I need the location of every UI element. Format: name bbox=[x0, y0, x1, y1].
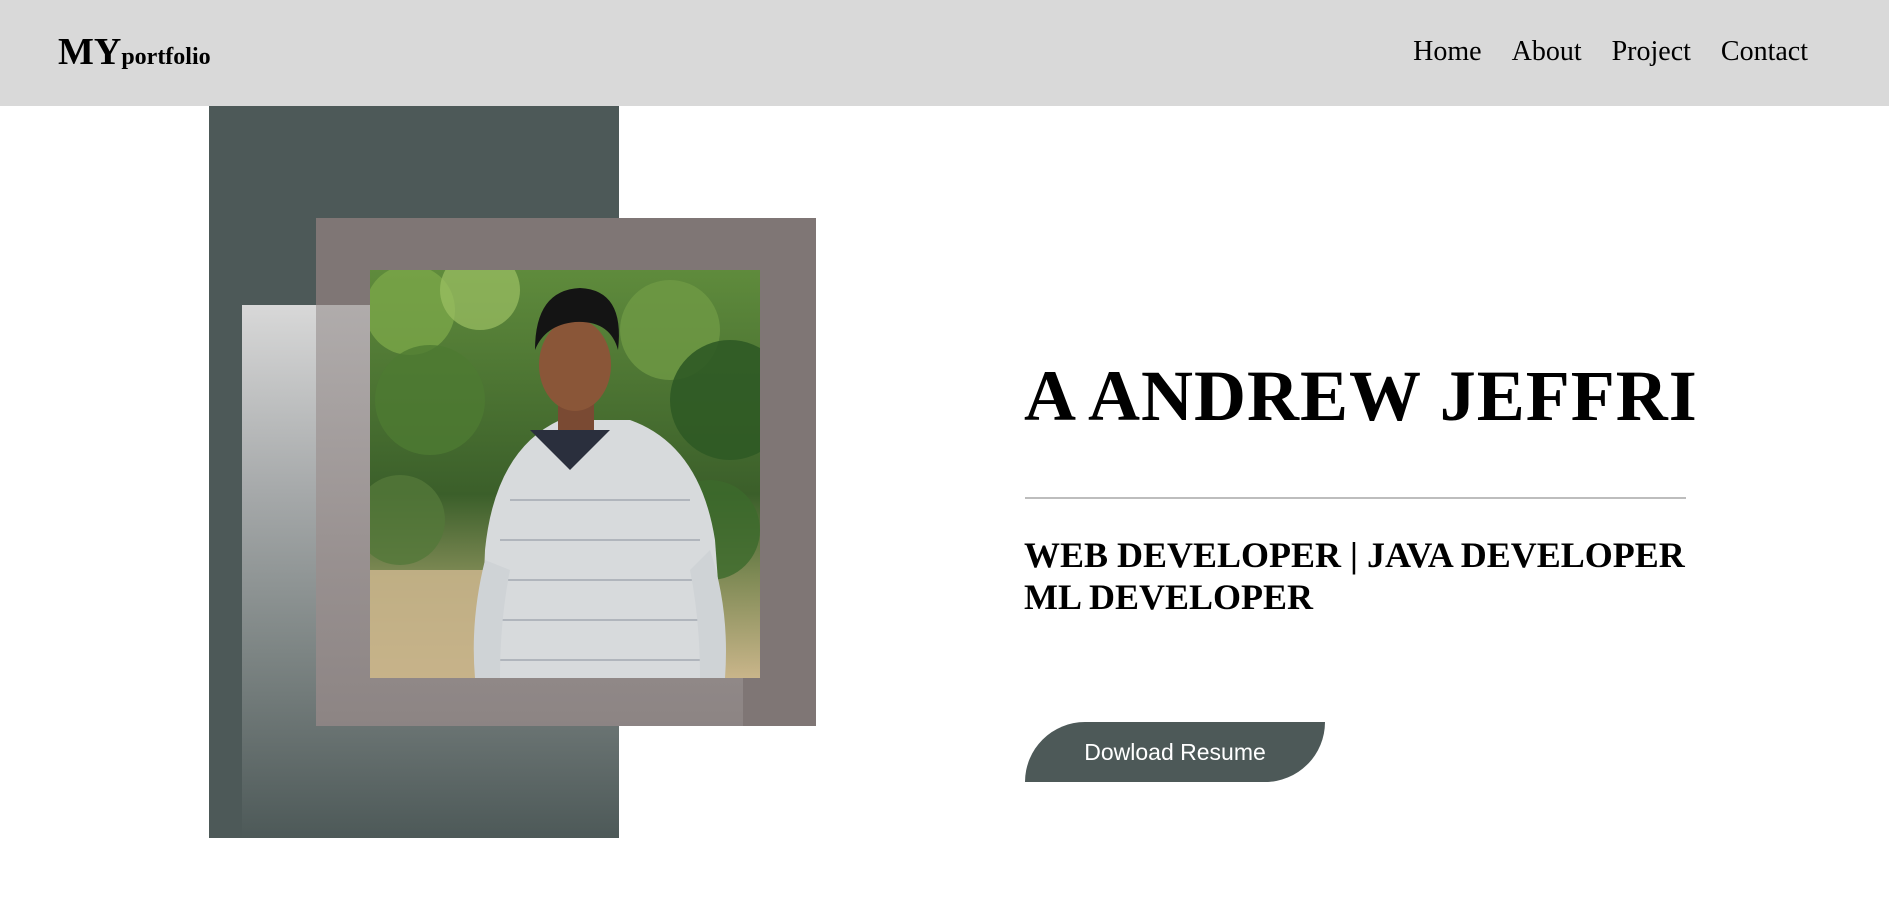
nav-link-contact[interactable]: Contact bbox=[1721, 36, 1808, 68]
logo-main-text: MY bbox=[58, 31, 122, 73]
roles-line-1: WEB DEVELOPER | JAVA DEVELOPER bbox=[1024, 535, 1685, 575]
hero-roles: WEB DEVELOPER | JAVA DEVELOPER ML DEVELO… bbox=[1024, 534, 1724, 618]
profile-photo-image bbox=[370, 270, 760, 678]
download-resume-button[interactable]: Dowload Resume bbox=[1025, 722, 1325, 782]
navbar: MYportfolio Home About Project Contact bbox=[0, 0, 1889, 106]
hero-divider bbox=[1025, 497, 1686, 499]
nav-link-project[interactable]: Project bbox=[1612, 36, 1691, 68]
main-nav: Home About Project Contact bbox=[1413, 36, 1808, 68]
nav-link-about[interactable]: About bbox=[1512, 36, 1582, 68]
nav-link-home[interactable]: Home bbox=[1413, 36, 1481, 68]
hero-name: A ANDREW JEFFRI bbox=[1024, 356, 1698, 436]
logo-sub-text: portfolio bbox=[121, 44, 211, 70]
roles-line-2: ML DEVELOPER bbox=[1024, 577, 1314, 617]
profile-photo bbox=[370, 270, 760, 678]
site-logo[interactable]: MYportfolio bbox=[58, 30, 211, 74]
